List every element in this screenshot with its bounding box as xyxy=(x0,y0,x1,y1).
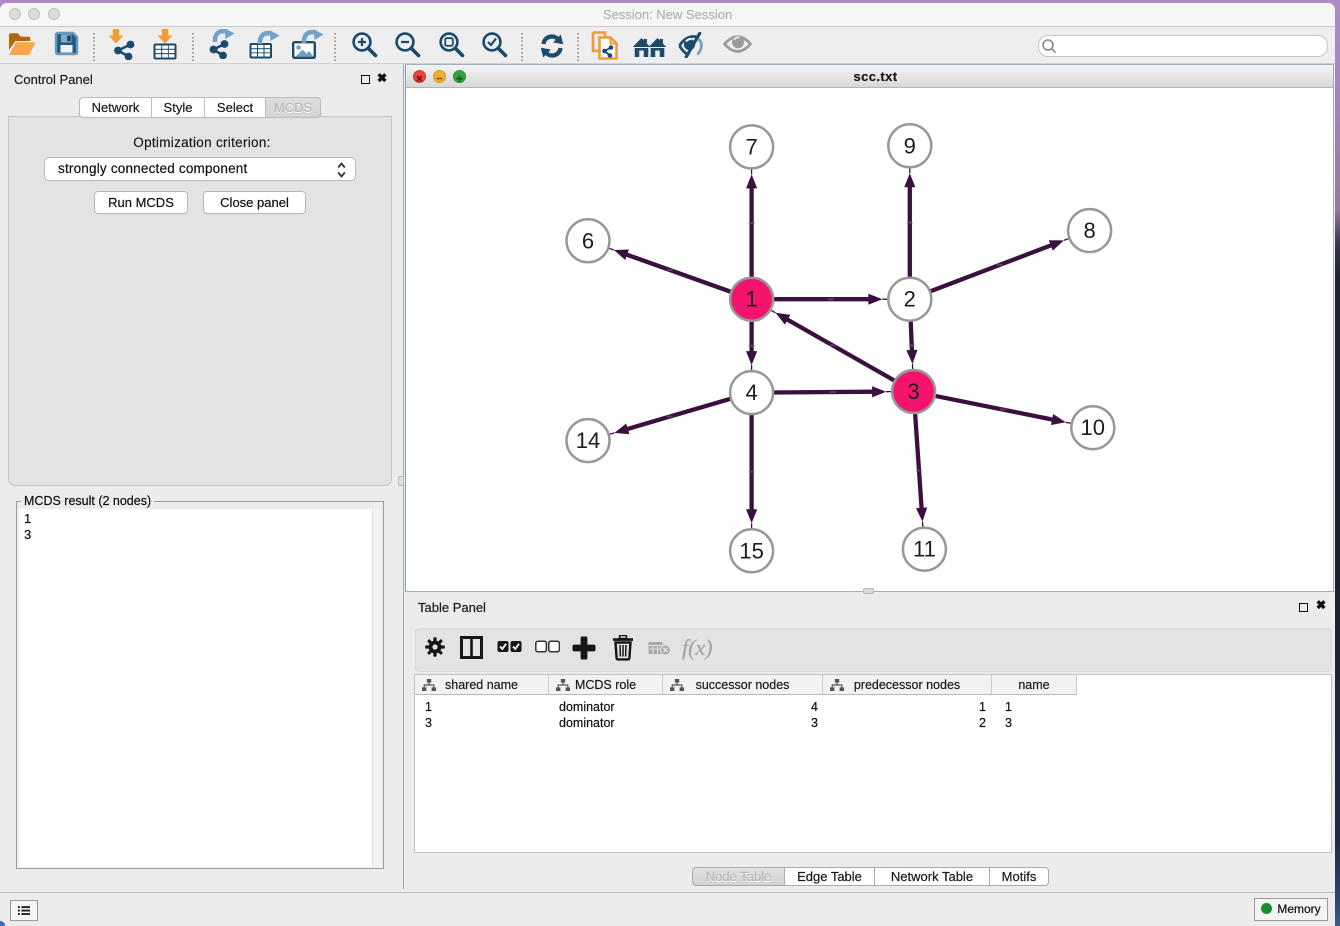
svg-text:1: 1 xyxy=(745,287,757,312)
svg-text:10: 10 xyxy=(1081,415,1105,440)
svg-text:9: 9 xyxy=(904,133,916,158)
svg-text:8: 8 xyxy=(1083,218,1095,243)
svg-text:4: 4 xyxy=(745,380,757,405)
svg-text:6: 6 xyxy=(582,228,594,253)
svg-text:3: 3 xyxy=(907,379,919,404)
svg-text:11: 11 xyxy=(913,537,936,562)
svg-text:2: 2 xyxy=(904,287,916,312)
svg-text:7: 7 xyxy=(745,134,757,159)
svg-text:15: 15 xyxy=(739,538,763,563)
svg-text:14: 14 xyxy=(576,428,600,453)
